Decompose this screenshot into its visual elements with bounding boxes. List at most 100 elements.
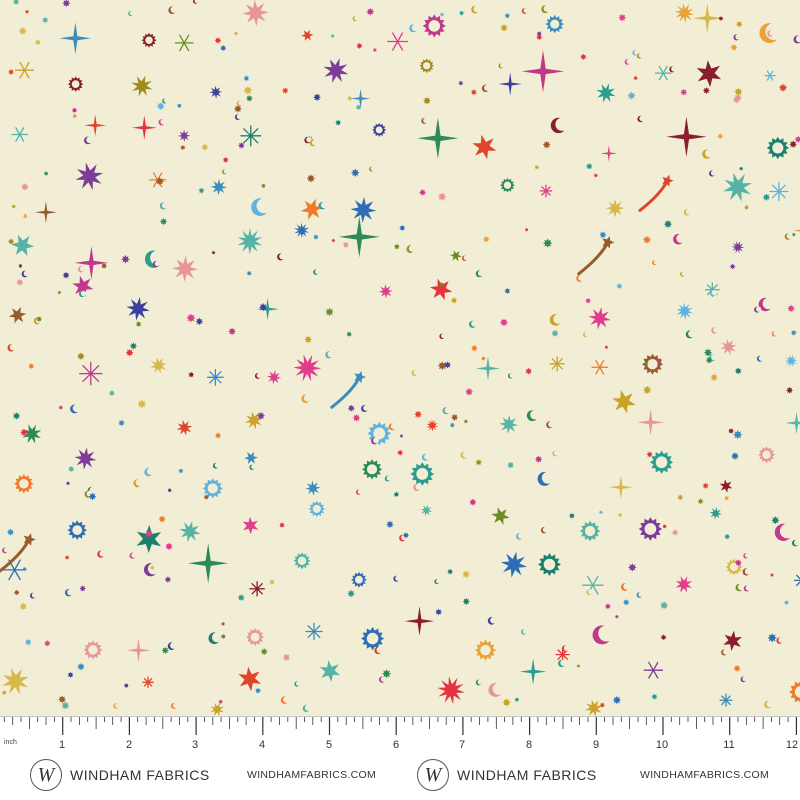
sun-icon [649, 450, 674, 474]
crescent-moon-icon [212, 462, 220, 469]
dot-icon [461, 570, 471, 579]
crescent-moon-icon [487, 616, 497, 625]
dot-icon [218, 699, 224, 705]
crescent-moon-icon [361, 404, 370, 412]
crescent-moon-icon [309, 139, 318, 147]
shooting-star-icon [638, 174, 674, 212]
crescent-moon-icon [576, 275, 584, 282]
dot-icon [677, 494, 684, 501]
dot-icon [732, 429, 743, 440]
sun-icon [361, 626, 385, 651]
dot-icon [222, 156, 229, 163]
starburst-icon [210, 178, 227, 196]
crescent-moon-icon [792, 539, 800, 547]
dot-icon [261, 183, 266, 189]
starburst-icon [178, 129, 191, 142]
dot-icon [507, 461, 515, 469]
dot-icon [135, 321, 142, 328]
dot-icon [62, 271, 70, 279]
dot-icon [393, 243, 400, 250]
crescent-moon-icon [488, 682, 505, 697]
dot-icon [475, 459, 482, 466]
crescent-moon-icon [409, 24, 419, 33]
dot-icon [28, 363, 35, 370]
four-point-star-icon [600, 145, 617, 162]
sun-icon [308, 500, 325, 517]
dot-icon [733, 664, 741, 673]
crescent-moon-icon [711, 327, 719, 334]
dot-icon [628, 563, 637, 572]
sun-icon [758, 446, 775, 464]
dot-icon [256, 411, 266, 420]
crescent-moon-icon [97, 550, 106, 558]
crescent-moon-icon [540, 527, 549, 534]
brand-name: WINDHAM FABRICS [70, 767, 210, 783]
starburst-icon [210, 702, 224, 716]
crescent-moon-icon [369, 166, 375, 172]
sun-icon [538, 553, 561, 576]
starburst-icon [319, 660, 341, 682]
crescent-moon-icon [144, 467, 155, 477]
dot-icon [451, 413, 459, 422]
starburst-icon [596, 83, 616, 103]
crescent-moon-icon [685, 330, 695, 339]
sun-icon [246, 628, 264, 646]
crescent-moon-icon [481, 84, 491, 93]
dot-icon [65, 481, 71, 486]
crescent-moon-icon [460, 451, 469, 459]
dot-icon [144, 529, 153, 538]
dot-icon [580, 53, 587, 61]
dot-icon [118, 419, 125, 427]
starburst-icon [10, 234, 35, 256]
crescent-moon-icon [378, 676, 387, 683]
ruler-number-8: 8 [525, 739, 533, 751]
ruler-number-10: 10 [655, 739, 669, 751]
dot-icon [482, 235, 490, 243]
crescent-moon-icon [520, 629, 528, 635]
dot-icon [617, 512, 623, 518]
dot-icon [642, 385, 652, 395]
dot-icon [164, 576, 172, 583]
dot-icon [121, 254, 130, 264]
dot-icon [22, 566, 27, 572]
dot-icon [34, 39, 41, 46]
crescent-moon-icon [249, 464, 256, 470]
crescent-moon-icon [550, 117, 569, 134]
crescent-moon-icon [434, 578, 441, 585]
dot-icon [399, 224, 406, 232]
dot-icon [500, 24, 508, 32]
crescent-moon-icon [709, 170, 717, 177]
dot-icon [43, 171, 49, 176]
dot-icon [449, 422, 455, 428]
dot-icon [724, 533, 731, 540]
crescent-moon-icon [133, 479, 142, 487]
sun-icon [351, 571, 367, 588]
dot-icon [593, 173, 599, 178]
dot-icon [58, 695, 67, 704]
dot-icon [525, 367, 533, 375]
dot-icon [616, 282, 623, 290]
dot-icon [718, 15, 724, 22]
snowflake-icon [174, 34, 194, 52]
snowflake-icon [582, 575, 604, 595]
dot-icon [462, 597, 470, 606]
shooting-star-icon [577, 236, 615, 276]
crescent-moon-icon [143, 563, 160, 577]
dot-icon [269, 579, 275, 585]
starburst-icon [426, 419, 439, 432]
snowflake-icon [643, 661, 664, 679]
crescent-moon-icon [152, 260, 160, 268]
dot-icon [62, 0, 71, 8]
sun-icon [67, 520, 87, 540]
dot-icon [419, 188, 427, 196]
four-point-star-icon [475, 356, 501, 381]
starburst-icon [176, 419, 193, 436]
sun-icon [475, 639, 496, 661]
starburst-icon [242, 516, 259, 535]
shooting-star-icon [330, 371, 366, 409]
dot-icon [612, 695, 622, 705]
crescent-moon-icon [64, 589, 74, 597]
four-point-star-icon [132, 115, 157, 140]
crescent-moon-icon [636, 53, 644, 59]
sun-icon [579, 520, 601, 542]
